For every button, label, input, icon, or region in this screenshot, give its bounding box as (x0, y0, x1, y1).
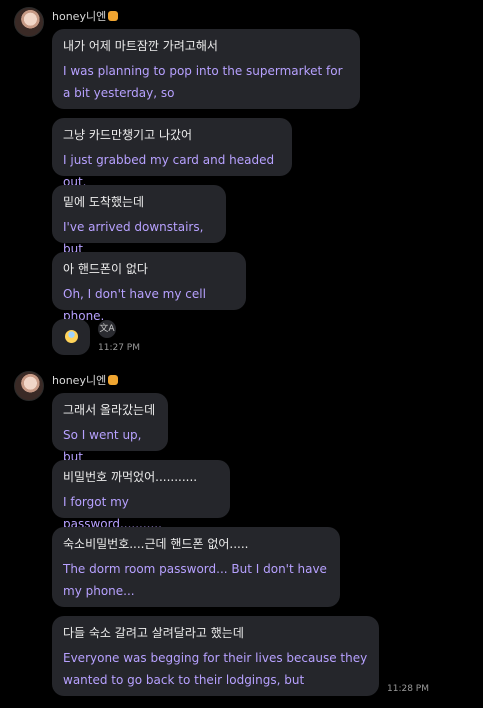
sender-name[interactable]: honey니엔 (52, 10, 119, 24)
anxious-face-emoji-icon (65, 330, 78, 343)
message-bubble[interactable]: 비밀번호 까먹었어........... I forgot my passwor… (52, 460, 230, 531)
translate-glyph: 文A (99, 324, 115, 334)
message-bubble[interactable]: 내가 어제 마트잠깐 가려고해서 I was planning to pop i… (52, 29, 360, 109)
devil-emoji-icon (108, 11, 119, 21)
message-original-text: 밑에 도착했는데 (63, 195, 145, 209)
message-translation-text: Everyone was begging for their lives bec… (63, 651, 368, 687)
timestamp: 11:28 PM (387, 684, 429, 694)
sender-name-label: honey니엔 (52, 374, 107, 387)
message-translation-text: The dorm room password... But I don't ha… (63, 562, 327, 598)
avatar[interactable] (14, 371, 44, 401)
message-original-text: 그냥 카드만챙기고 나갔어 (63, 128, 193, 142)
message-bubble[interactable]: 그래서 올라갔는데 So I went up, but (52, 393, 168, 464)
sender-name-label: honey니엔 (52, 10, 107, 23)
message-translation-text: I was planning to pop into the supermark… (63, 64, 343, 100)
message-original-text: 숙소비밀번호....근데 핸드폰 없어..... (63, 537, 249, 551)
avatar[interactable] (14, 7, 44, 37)
message-bubble[interactable]: 밑에 도착했는데 I've arrived downstairs, but (52, 185, 226, 256)
devil-emoji-icon (108, 375, 119, 385)
message-bubble[interactable]: 다들 숙소 갈려고 살려달라고 했는데 Everyone was begging… (52, 616, 379, 696)
message-bubble[interactable]: 아 핸드폰이 없다 Oh, I don't have my cell phone… (52, 252, 246, 323)
timestamp: 11:27 PM (98, 343, 140, 353)
sender-name[interactable]: honey니엔 (52, 374, 119, 388)
translate-icon[interactable]: 文A (98, 320, 116, 338)
message-original-text: 비밀번호 까먹었어........... (63, 470, 198, 484)
message-original-text: 다들 숙소 갈려고 살려달라고 했는데 (63, 626, 244, 640)
message-original-text: 그래서 올라갔는데 (63, 403, 156, 417)
message-translation-text: Oh, I don't have my cell phone. (63, 287, 206, 323)
reaction-bubble[interactable] (52, 319, 90, 355)
message-original-text: 아 핸드폰이 없다 (63, 262, 148, 276)
message-bubble[interactable]: 숙소비밀번호....근데 핸드폰 없어..... The dorm room p… (52, 527, 340, 607)
message-original-text: 내가 어제 마트잠깐 가려고해서 (63, 39, 218, 53)
message-bubble[interactable]: 그냥 카드만챙기고 나갔어 I just grabbed my card and… (52, 118, 292, 189)
